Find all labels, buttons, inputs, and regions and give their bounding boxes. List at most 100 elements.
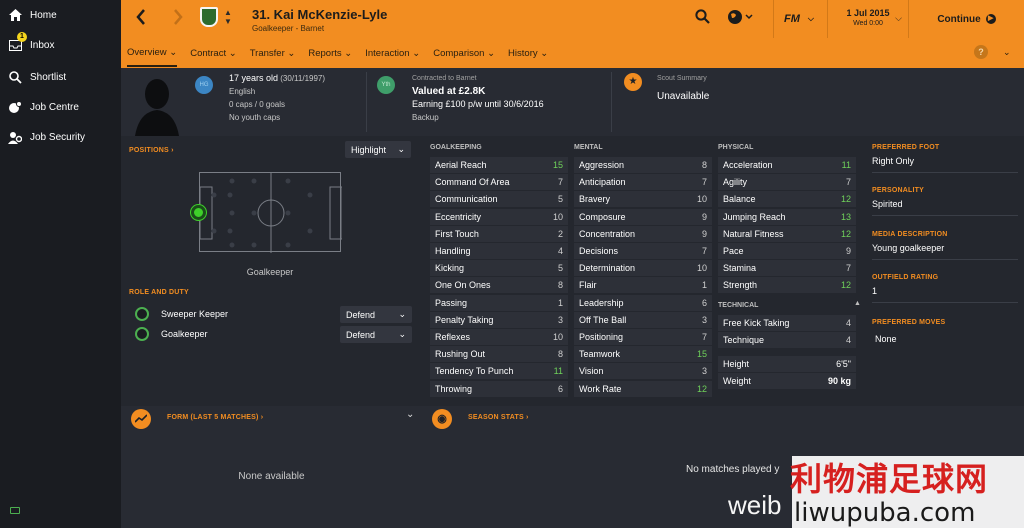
attribute-row[interactable]: Reflexes 10 — [430, 329, 568, 345]
attribute-row[interactable]: Determination 10 — [574, 260, 712, 277]
chevron-down-icon[interactable]: ⌄ — [406, 409, 414, 420]
attribute-value: 15 — [696, 349, 707, 360]
sidebar-item-inbox[interactable]: 1 Inbox — [0, 30, 121, 60]
chevron-down-icon: ⌵ — [895, 13, 902, 23]
sidebar-item-job-centre[interactable]: Job Centre — [0, 92, 121, 122]
attribute-row[interactable]: Anticipation 7 — [574, 174, 712, 191]
help-button[interactable]: ? — [974, 45, 988, 59]
season-stats-header[interactable]: SEASON STATS › — [468, 414, 529, 421]
attribute-value: 6 — [557, 383, 563, 394]
attribute-row[interactable]: Passing 1 — [430, 294, 568, 311]
attribute-row[interactable]: Jumping Reach 13 — [718, 208, 856, 225]
divider — [611, 72, 612, 132]
attribute-row[interactable]: Off The Ball 3 — [574, 311, 712, 328]
attribute-row[interactable]: Handling 4 — [430, 243, 568, 259]
sidebar-item-job-security[interactable]: Job Security — [0, 122, 121, 152]
media-description-block: MEDIA DESCRIPTION Young goalkeeper — [872, 231, 1018, 260]
battery-icon — [10, 507, 20, 514]
attribute-row[interactable]: Aggression 8 — [574, 157, 712, 173]
attribute-row[interactable]: Free Kick Taking 4 — [718, 315, 856, 331]
role-icon — [135, 307, 149, 321]
search-icon[interactable] — [695, 9, 710, 28]
attribute-row[interactable]: Penalty Taking 3 — [430, 311, 568, 328]
goalkeeping-header: GOALKEEPING — [430, 144, 482, 151]
scout-summary[interactable]: Scout Summary Unavailable — [657, 72, 709, 103]
chevron-down-icon[interactable]: ⌄ — [1003, 47, 1011, 58]
attribute-row[interactable]: Natural Fitness 12 — [718, 225, 856, 242]
player-switch-icon[interactable]: ▲ ▼ — [224, 8, 232, 26]
sidebar-item-shortlist[interactable]: Shortlist — [0, 62, 121, 92]
attribute-row[interactable]: Teamwork 15 — [574, 346, 712, 363]
attribute-row[interactable]: Pace 9 — [718, 243, 856, 259]
attribute-row[interactable]: Kicking 5 — [430, 260, 568, 277]
attribute-value: 4 — [845, 335, 851, 346]
site-watermark-cn: 利物浦足球网 — [790, 460, 989, 498]
attribute-row[interactable]: Communication 5 — [430, 191, 568, 208]
positions-panel: POSITIONS › Highlight ⌄ Goalkeeper ROLE … — [121, 136, 422, 406]
attribute-row[interactable]: Throwing 6 — [430, 380, 568, 397]
globe-icon[interactable] — [727, 9, 753, 29]
attribute-row[interactable]: Strength 12 — [718, 277, 856, 294]
form-header[interactable]: FORM (LAST 5 MATCHES) › — [167, 414, 263, 421]
attribute-row[interactable]: Composure 9 — [574, 208, 712, 225]
player-subtitle[interactable]: Goalkeeper - Barnet — [252, 24, 324, 33]
attribute-name: Technique — [723, 335, 765, 346]
attribute-row[interactable]: Positioning 7 — [574, 329, 712, 345]
attribute-row[interactable]: Stamina 7 — [718, 260, 856, 277]
tab-history[interactable]: History ⌄ — [508, 40, 548, 66]
attribute-name: Natural Fitness — [723, 228, 784, 239]
duty-label: Defend — [346, 329, 376, 340]
attribute-row[interactable]: Concentration 9 — [574, 225, 712, 242]
attribute-name: Concentration — [579, 228, 636, 239]
date-menu-button[interactable]: 1 Jul 2015 Wed 0:00 ⌵ — [827, 0, 909, 38]
attribute-row[interactable]: Bravery 10 — [574, 191, 712, 208]
duty-dropdown[interactable]: Defend ⌄ — [340, 326, 412, 343]
attribute-value: 13 — [840, 211, 851, 222]
attribute-row[interactable]: Decisions 7 — [574, 243, 712, 259]
attribute-name: Decisions — [579, 246, 619, 256]
highlight-dropdown[interactable]: Highlight ⌄ — [345, 141, 411, 158]
attribute-value: 12 — [840, 280, 851, 291]
attribute-value: 9 — [701, 211, 707, 222]
attribute-row[interactable]: Flair 1 — [574, 277, 712, 294]
attribute-row[interactable]: Eccentricity 10 — [430, 208, 568, 225]
tab-overview[interactable]: Overview ⌄ — [127, 39, 178, 67]
attribute-value: 7 — [701, 332, 707, 342]
back-arrow-icon[interactable] — [136, 8, 146, 31]
attribute-row[interactable]: Command Of Area 7 — [430, 174, 568, 191]
attribute-row[interactable]: Acceleration 11 — [718, 157, 856, 173]
continue-button[interactable]: Continue ▶ — [909, 0, 1024, 38]
goalkeeper-position-marker[interactable] — [191, 205, 206, 220]
attribute-row[interactable]: Aerial Reach 15 — [430, 157, 568, 173]
tab-transfer[interactable]: Transfer ⌄ — [250, 40, 296, 66]
attribute-row[interactable]: First Touch 2 — [430, 225, 568, 242]
contract-info[interactable]: Contracted to Barnet Valued at £2.8K Ear… — [412, 72, 544, 124]
tab-comparison[interactable]: Comparison ⌄ — [433, 40, 495, 66]
tab-contract[interactable]: Contract ⌄ — [190, 40, 237, 66]
continue-label: Continue — [937, 13, 981, 25]
attribute-value: 4 — [557, 246, 563, 256]
tab-reports[interactable]: Reports ⌄ — [308, 40, 352, 66]
fm-menu-button[interactable]: FM ⌵ — [773, 0, 827, 38]
collapse-icon[interactable]: ▲ — [854, 300, 861, 307]
attribute-row[interactable]: Balance 12 — [718, 191, 856, 208]
attribute-row[interactable]: Vision 3 — [574, 363, 712, 380]
attribute-row[interactable]: Leadership 6 — [574, 294, 712, 311]
attribute-row[interactable]: Agility 7 — [718, 174, 856, 191]
positions-header[interactable]: POSITIONS › — [129, 147, 174, 154]
attribute-row[interactable]: Rushing Out 8 — [430, 346, 568, 363]
sidebar-item-label: Shortlist — [30, 71, 67, 83]
duty-dropdown[interactable]: Defend ⌄ — [340, 306, 412, 323]
role-row[interactable]: Goalkeeper — [135, 325, 208, 343]
attribute-row[interactable]: Tendency To Punch 11 — [430, 363, 568, 380]
sidebar-item-home[interactable]: Home — [0, 0, 121, 30]
club-crest-logo[interactable] — [200, 7, 218, 27]
role-row[interactable]: Sweeper Keeper — [135, 305, 228, 323]
attribute-row[interactable]: One On Ones 8 — [430, 277, 568, 294]
attribute-value: 7 — [701, 177, 707, 188]
forward-arrow-icon[interactable] — [173, 8, 183, 31]
attribute-row[interactable]: Technique 4 — [718, 332, 856, 349]
pitch-diagram — [191, 172, 342, 253]
attribute-row[interactable]: Work Rate 12 — [574, 380, 712, 397]
tab-interaction[interactable]: Interaction ⌄ — [365, 40, 420, 66]
